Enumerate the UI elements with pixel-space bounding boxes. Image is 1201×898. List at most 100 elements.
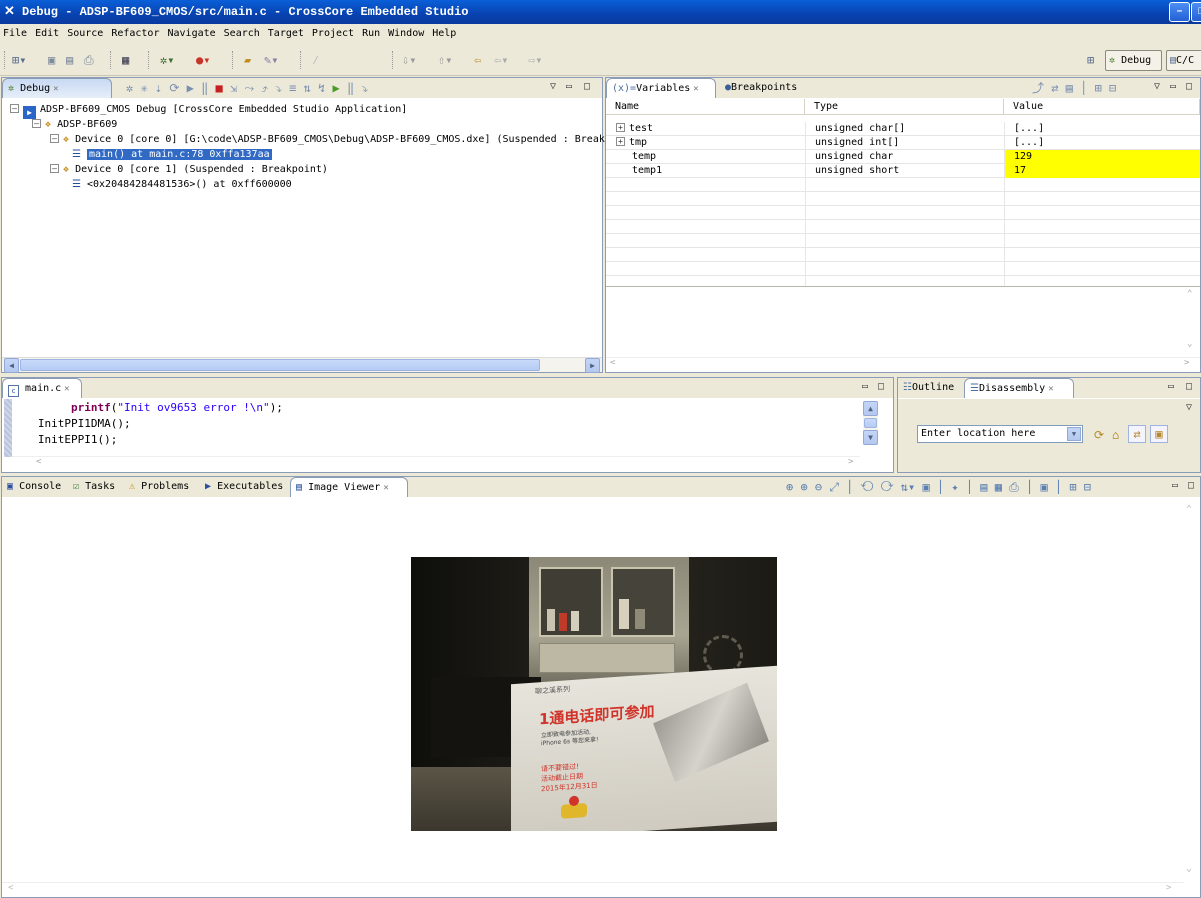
collapse-icon[interactable]: – xyxy=(32,119,41,128)
close-icon[interactable]: ✕ xyxy=(383,483,388,493)
menu-refactor[interactable]: Refactor xyxy=(107,24,163,44)
debug-run-icon[interactable]: ✲▾ xyxy=(160,52,174,68)
code-line[interactable]: InitPPI1DMA(); xyxy=(18,416,131,432)
scroll-down-icon[interactable]: ⌄ xyxy=(1186,863,1192,874)
collapse-icon[interactable]: – xyxy=(10,104,19,113)
tab-disassembly[interactable]: ☰Disassembly ✕ xyxy=(964,378,1074,398)
maximize-view-icon[interactable]: □ xyxy=(1186,81,1192,92)
forward-icon[interactable]: ⇨▾ xyxy=(528,52,542,68)
scroll-left-icon[interactable]: ◀ xyxy=(4,358,19,373)
goto-address-icon[interactable]: ⟳ xyxy=(1094,427,1104,443)
code-line[interactable]: printf("Init ov9653 error !\n"); xyxy=(18,400,283,416)
perspective-cc[interactable]: ▤C/C xyxy=(1166,50,1201,71)
scroll-thumb[interactable] xyxy=(20,359,540,371)
tab-variables[interactable]: (x)=Variables ✕ xyxy=(606,78,716,98)
debug-hscrollbar[interactable]: ◀ ▶ xyxy=(2,357,602,373)
minimize-view-icon[interactable]: ▭ xyxy=(1170,81,1176,92)
sync-icon[interactable]: ▣ xyxy=(1150,425,1168,443)
collapse-icon[interactable]: – xyxy=(50,134,59,143)
close-icon[interactable]: ✕ xyxy=(693,84,698,94)
close-icon[interactable]: ✕ xyxy=(53,84,58,94)
column-header-value[interactable]: Value xyxy=(1004,99,1200,115)
view-menu-icon[interactable]: ▽ xyxy=(1154,81,1160,92)
view-menu-icon[interactable]: ▽ xyxy=(1186,402,1192,413)
minimize-view-icon[interactable]: ▭ xyxy=(1172,480,1178,491)
table-row[interactable]: temp unsigned char 129 xyxy=(606,150,1200,164)
tab-debug[interactable]: ✲ Debug ✕ xyxy=(2,78,112,98)
scroll-right-icon[interactable]: > xyxy=(1184,358,1189,368)
close-icon[interactable]: ✕ xyxy=(64,384,69,394)
scroll-down-icon[interactable]: ▼ xyxy=(863,430,878,445)
build-icon[interactable]: ▦ xyxy=(122,52,129,68)
tab-main-c[interactable]: c main.c ✕ xyxy=(2,378,82,398)
close-icon[interactable]: ✕ xyxy=(1048,384,1053,394)
pen-icon[interactable]: ✎▾ xyxy=(264,52,278,68)
minimize-button[interactable]: – xyxy=(1169,2,1190,22)
changed-value[interactable]: 17 xyxy=(1004,164,1200,178)
variables-toolbar-icons[interactable]: ⤴ ⇄ ▤ │ ⊞ ⊟ xyxy=(1032,80,1116,96)
perspective-debug[interactable]: ✲ Debug xyxy=(1105,50,1162,71)
tree-item-launch[interactable]: – ▶ ADSP-BF609_CMOS Debug [CrossCore Embed… xyxy=(10,102,407,119)
scroll-left-icon[interactable]: < xyxy=(610,358,615,368)
tab-problems[interactable]: ⚠ Problems xyxy=(124,477,200,497)
image-viewer-toolbar-icons[interactable]: ⊕ ⊕ ⊖ ⤢ │ ⟲ ⟳ ⇅▾ ▣ │ ✦ │ ▤ ▦ ⎙ │ ▣ │ ⊞ ⊟ xyxy=(786,479,1091,495)
editor-vscrollbar[interactable]: ▲ ▼ xyxy=(863,401,878,445)
tree-item-core0[interactable]: – ❖ Device 0 [core 0] [G:\code\ADSP-BF609… xyxy=(50,132,611,147)
maximize-button[interactable]: □ xyxy=(1191,2,1201,22)
open-folder-icon[interactable]: ▰ xyxy=(244,52,251,68)
variable-detail-pane[interactable] xyxy=(606,287,1200,357)
menu-project[interactable]: Project xyxy=(308,24,358,44)
minimize-view-icon[interactable]: ▭ xyxy=(566,81,572,92)
menu-target[interactable]: Target xyxy=(264,24,308,44)
minimize-view-icon[interactable]: ▭ xyxy=(1168,381,1174,392)
print-icon[interactable]: ⎙ xyxy=(84,52,94,68)
back-icon[interactable]: ⇦▾ xyxy=(494,52,508,68)
last-edit-icon[interactable]: ⇦ xyxy=(474,52,481,68)
link-icon[interactable]: ⇄ xyxy=(1128,425,1146,443)
scroll-left-icon[interactable]: < xyxy=(36,457,41,467)
scroll-up-icon[interactable]: ⌃ xyxy=(1187,289,1192,299)
scroll-right-icon[interactable]: ▶ xyxy=(585,358,600,373)
new-icon[interactable]: ⊞▾ xyxy=(12,52,26,68)
menu-source[interactable]: Source xyxy=(63,24,107,44)
scroll-thumb[interactable] xyxy=(864,418,877,428)
scroll-up-icon[interactable]: ⌃ xyxy=(1186,504,1192,515)
detail-hscrollbar[interactable]: < > xyxy=(606,357,1200,372)
external-tools-icon[interactable]: ●▾ xyxy=(196,52,210,68)
tree-item-stackframe[interactable]: ☰ main() at main.c:78 0xffa137aa xyxy=(72,147,272,162)
save-all-icon[interactable]: ▤ xyxy=(66,52,73,68)
expand-icon[interactable]: + xyxy=(616,123,625,132)
tab-tasks[interactable]: ☑ Tasks xyxy=(68,477,124,497)
expand-icon[interactable]: + xyxy=(616,137,625,146)
scroll-right-icon[interactable]: > xyxy=(1166,883,1171,893)
menu-search[interactable]: Search xyxy=(220,24,264,44)
menu-edit[interactable]: Edit xyxy=(31,24,63,44)
menu-run[interactable]: Run xyxy=(358,24,384,44)
open-perspective-icon[interactable]: ⊞ xyxy=(1087,52,1094,68)
menu-window[interactable]: Window xyxy=(384,24,428,44)
table-row[interactable]: + test unsigned char[] [...] xyxy=(606,122,1200,136)
maximize-view-icon[interactable]: □ xyxy=(878,381,884,392)
scroll-right-icon[interactable]: > xyxy=(848,457,853,467)
detail-vscrollbar[interactable]: ⌃ ⌄ xyxy=(1185,287,1200,357)
code-line[interactable]: InitEPPI1(); xyxy=(18,432,117,448)
scroll-down-icon[interactable]: ⌄ xyxy=(1187,339,1192,349)
editor-hscrollbar[interactable]: < > xyxy=(12,456,860,471)
tab-executables[interactable]: ▶ Executables xyxy=(200,477,290,497)
dropdown-icon[interactable]: ▼ xyxy=(1067,427,1081,441)
column-header-name[interactable]: Name xyxy=(606,99,805,115)
home-icon[interactable]: ⌂ xyxy=(1112,427,1119,443)
minimize-view-icon[interactable]: ▭ xyxy=(862,381,868,392)
tree-item-core1[interactable]: – ❖ Device 0 [core 1] (Suspended : Breakp… xyxy=(50,162,328,177)
column-header-type[interactable]: Type xyxy=(805,99,1004,115)
changed-value[interactable]: 129 xyxy=(1004,150,1200,164)
menu-help[interactable]: Help xyxy=(428,24,460,44)
menu-navigate[interactable]: Navigate xyxy=(163,24,219,44)
tree-item-target[interactable]: – ❖ ADSP-BF609 xyxy=(32,117,117,132)
save-icon[interactable]: ▣ xyxy=(48,52,55,68)
image-hscrollbar[interactable]: < > xyxy=(2,882,1184,897)
tab-breakpoints[interactable]: ●Breakpoints xyxy=(720,78,810,98)
maximize-view-icon[interactable]: □ xyxy=(584,81,590,92)
scroll-up-icon[interactable]: ▲ xyxy=(863,401,878,416)
table-row[interactable]: + tmp unsigned int[] [...] xyxy=(606,136,1200,150)
